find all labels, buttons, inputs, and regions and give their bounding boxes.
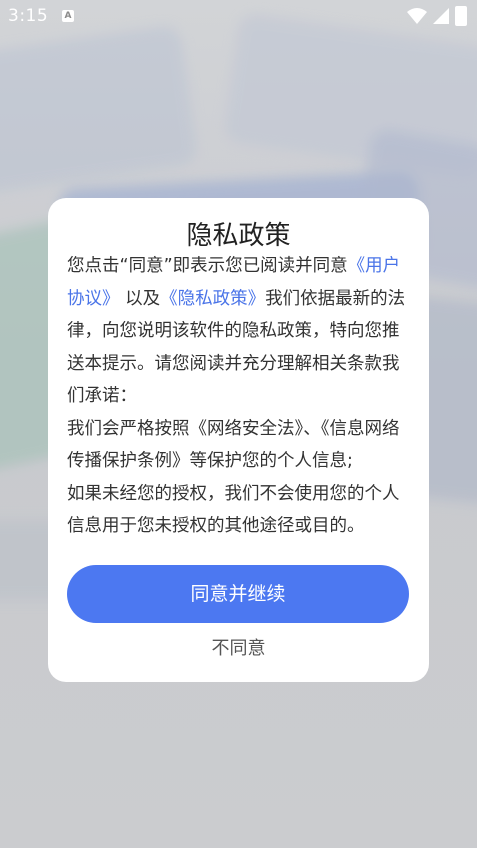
sim-icon: A [62, 10, 74, 22]
status-time: 3:15 [8, 6, 49, 26]
disagree-button[interactable]: 不同意 [48, 634, 429, 664]
status-icons [407, 6, 467, 26]
signal-icon [433, 8, 449, 24]
status-bar: 3:15 A [0, 0, 477, 32]
paragraph-commitment: 我们会严格按照《网络安全法》、《信息网络传播保护条例》等保护您的个人信息; [67, 418, 400, 472]
paragraph-authorization: 如果未经您的授权，我们不会使用您的个人信息用于您未授权的其他途径或目的。 [67, 483, 400, 537]
privacy-dialog: 隐私政策 您点击“同意”即表示您已阅读并同意《用户协议》 以及《隐私政策》我们依… [48, 198, 429, 682]
agree-button[interactable]: 同意并继续 [67, 565, 409, 623]
intro-text: 您点击“同意”即表示您已阅读并同意 [67, 256, 348, 276]
paragraph-intro: 您点击“同意”即表示您已阅读并同意《用户协议》 以及《隐私政策》我们依据最新的法… [67, 250, 413, 413]
intro-and-text: 以及 [125, 288, 161, 309]
privacy-policy-link[interactable]: 《隐私政策》 [160, 289, 265, 309]
battery-icon [455, 6, 467, 26]
wifi-icon [407, 8, 427, 24]
dialog-body: 您点击“同意”即表示您已阅读并同意《用户协议》 以及《隐私政策》我们依据最新的法… [67, 250, 413, 543]
